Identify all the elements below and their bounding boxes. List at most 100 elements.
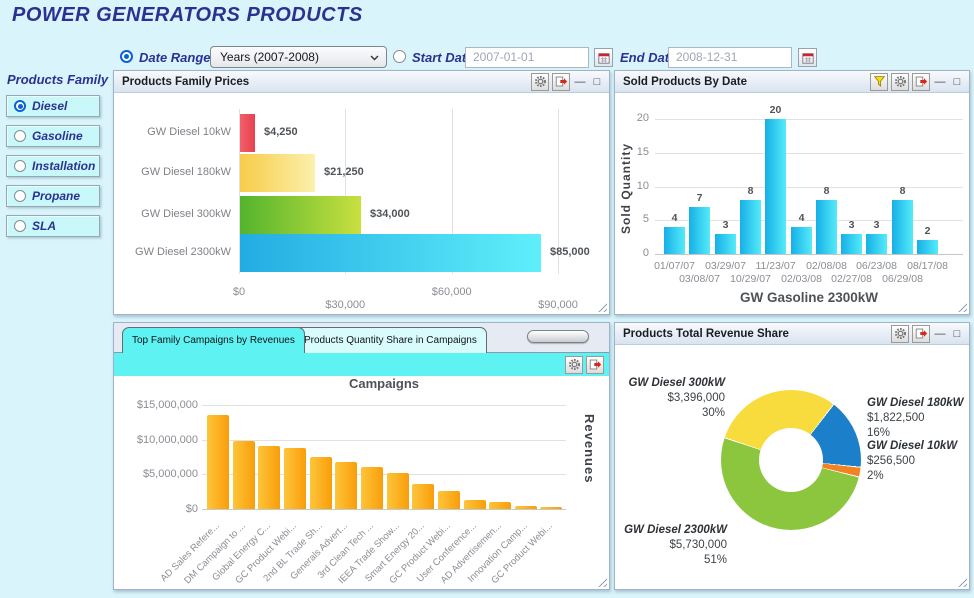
- option-label: SLA: [32, 219, 56, 233]
- y-axis-title: Sold Quantity: [619, 143, 633, 234]
- slice-name: GW Diesel 300kW: [615, 376, 725, 391]
- y-tick: $0: [116, 503, 198, 515]
- campaign-bar[interactable]: [387, 473, 409, 509]
- x-tick: 02/08/08: [800, 260, 854, 272]
- minimize-button[interactable]: —: [933, 73, 947, 91]
- campaign-bar[interactable]: [207, 415, 229, 509]
- sold-bar[interactable]: [791, 227, 812, 254]
- sold-bar[interactable]: [917, 240, 938, 254]
- sold-bar[interactable]: [715, 234, 736, 254]
- radio-icon[interactable]: [14, 160, 26, 172]
- start-date-input[interactable]: 2007-01-01: [465, 47, 589, 68]
- export-button[interactable]: [586, 356, 604, 374]
- option-label: Propane: [32, 189, 80, 203]
- minimize-button[interactable]: —: [573, 73, 587, 91]
- tab-products-quantity-share[interactable]: Products Quantity Share in Campaigns: [294, 327, 487, 353]
- export-icon: [915, 75, 928, 88]
- gridline: [202, 509, 566, 510]
- panel-header: Products Family Prices — □: [114, 71, 609, 93]
- sold-bar[interactable]: [664, 227, 685, 254]
- gridline: [655, 119, 963, 120]
- export-button[interactable]: [912, 73, 930, 91]
- value-label: 3: [862, 219, 892, 231]
- tab-top-family-campaigns[interactable]: Top Family Campaigns by Revenues: [122, 327, 305, 353]
- campaign-bar[interactable]: [412, 484, 434, 509]
- x-tick: 03/08/07: [673, 273, 727, 285]
- x-tick: 03/29/07: [699, 260, 753, 272]
- sidebar-option-sla[interactable]: SLA: [6, 215, 100, 237]
- campaign-bar[interactable]: [310, 457, 332, 509]
- sidebar-option-diesel[interactable]: Diesel: [6, 95, 100, 117]
- x-tick: $60,000: [417, 286, 487, 298]
- maximize-button[interactable]: □: [590, 73, 604, 91]
- date-range-label: Date Range: [139, 50, 211, 65]
- start-date-calendar-button[interactable]: [594, 48, 613, 67]
- x-tick: 01/07/07: [648, 260, 702, 272]
- campaign-bar[interactable]: [464, 500, 486, 509]
- sold-bar[interactable]: [892, 200, 913, 254]
- radio-icon[interactable]: [14, 130, 26, 142]
- campaign-bar[interactable]: [540, 507, 562, 509]
- sold-bar[interactable]: [816, 200, 837, 254]
- price-bar[interactable]: [240, 196, 361, 234]
- slice-percent: 51%: [617, 553, 727, 568]
- value-label: 4: [660, 212, 690, 224]
- campaign-bar[interactable]: [515, 506, 537, 509]
- sold-bar[interactable]: [765, 119, 786, 254]
- x-axis-title: GW Gasoline 2300kW: [655, 290, 963, 305]
- panel-header: Products Total Revenue Share — □: [615, 323, 969, 345]
- radio-icon[interactable]: [14, 220, 26, 232]
- settings-button[interactable]: [891, 325, 909, 343]
- campaign-bar[interactable]: [284, 448, 306, 509]
- settings-button[interactable]: [891, 73, 909, 91]
- settings-button[interactable]: [565, 356, 583, 374]
- value-label: $21,250: [324, 166, 364, 178]
- campaign-bar[interactable]: [335, 462, 357, 509]
- value-label: $34,000: [370, 208, 410, 220]
- sold-bar[interactable]: [689, 207, 710, 254]
- sidebar-option-installation[interactable]: Installation: [6, 155, 100, 177]
- filter-button[interactable]: [870, 73, 888, 91]
- price-bar[interactable]: [240, 114, 255, 152]
- y-tick: $5,000,000: [116, 468, 198, 480]
- date-range-select[interactable]: Years (2007-2008): [210, 46, 387, 68]
- panel-title: Products Total Revenue Share: [620, 328, 891, 340]
- price-bar[interactable]: [240, 154, 315, 192]
- sold-bar[interactable]: [740, 200, 761, 254]
- sold-bar[interactable]: [841, 234, 862, 254]
- collapse-splitter-handle[interactable]: [527, 330, 589, 343]
- y-tick: 20: [623, 112, 649, 124]
- tab-strip: Top Family Campaigns by Revenues Product…: [114, 323, 609, 353]
- sidebar-option-gasoline[interactable]: Gasoline: [6, 125, 100, 147]
- export-button[interactable]: [912, 325, 930, 343]
- minimize-button[interactable]: —: [933, 325, 947, 343]
- end-date-input[interactable]: 2008-12-31: [668, 47, 792, 68]
- settings-button[interactable]: [531, 73, 549, 91]
- slice-percent: 2%: [867, 469, 969, 484]
- maximize-button[interactable]: □: [950, 325, 964, 343]
- sold-bar[interactable]: [866, 234, 887, 254]
- prices-chart: GW Diesel 10kW$4,250GW Diesel 180kW$21,2…: [114, 93, 609, 314]
- calendar-icon: [802, 52, 814, 64]
- value-label: 8: [812, 185, 842, 197]
- campaign-bar[interactable]: [258, 446, 280, 509]
- maximize-button[interactable]: □: [950, 73, 964, 91]
- radio-icon[interactable]: [14, 100, 26, 112]
- price-bar[interactable]: [240, 234, 541, 272]
- campaign-bar[interactable]: [489, 502, 511, 509]
- sidebar-option-propane[interactable]: Propane: [6, 185, 100, 207]
- radio-icon[interactable]: [14, 190, 26, 202]
- chart-title: Campaigns: [264, 376, 504, 391]
- panel-title: Sold Products By Date: [620, 76, 870, 88]
- export-button[interactable]: [552, 73, 570, 91]
- date-range-radio[interactable]: [120, 50, 133, 63]
- value-label: 8: [888, 185, 918, 197]
- option-label: Diesel: [32, 99, 67, 113]
- slice-name: GW Diesel 2300kW: [617, 523, 727, 538]
- campaign-bar[interactable]: [233, 441, 255, 509]
- donut-chart[interactable]: [721, 390, 861, 530]
- end-date-calendar-button[interactable]: [798, 48, 817, 67]
- campaign-bar[interactable]: [438, 491, 460, 509]
- campaign-bar[interactable]: [361, 467, 383, 509]
- start-date-radio[interactable]: [393, 50, 406, 63]
